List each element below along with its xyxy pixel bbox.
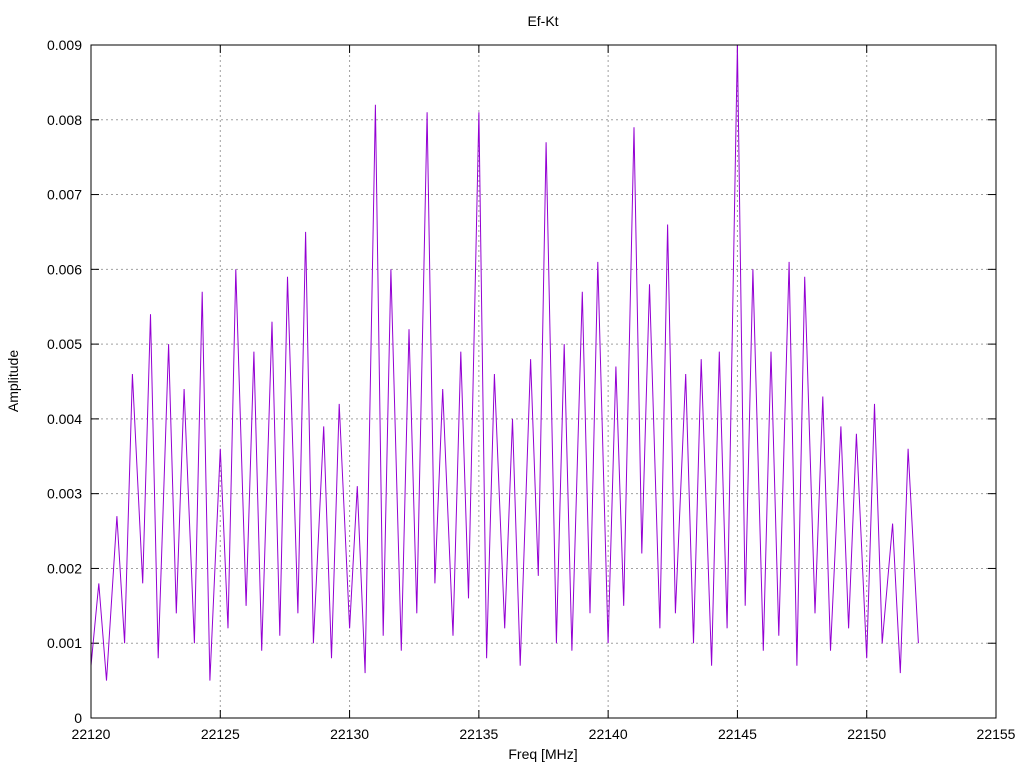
y-tick-label: 0.006 xyxy=(47,261,82,277)
y-tick-labels: 0 0.001 0.002 0.003 0.004 0.005 0.006 0.007 0.00… xyxy=(47,37,82,726)
x-tick-label: 22120 xyxy=(72,726,111,742)
y-tick-label: 0.009 xyxy=(47,37,82,53)
plot-frame xyxy=(90,44,997,719)
x-tick-label: 22155 xyxy=(977,726,1016,742)
x-tick-label: 22140 xyxy=(589,726,628,742)
chart-title: Ef-Kt xyxy=(527,13,558,29)
series-layer xyxy=(90,44,919,681)
y-tick-label: 0.007 xyxy=(47,187,82,203)
y-tick-label: 0.002 xyxy=(47,560,82,576)
x-tick-labels: 22120 22125 22130 22135 22140 22145 22150 22155 xyxy=(72,726,1016,742)
x-tick-label: 22125 xyxy=(201,726,240,742)
x-axis-title: Freq [MHz] xyxy=(508,746,577,762)
y-axis-title: Amplitude xyxy=(5,350,21,412)
y-tick-label: 0.008 xyxy=(47,112,82,128)
x-tick-label: 22145 xyxy=(718,726,757,742)
series-line xyxy=(90,44,919,681)
y-tick-label: 0.001 xyxy=(47,635,82,651)
amplitude-chart: 22120 22125 22130 22135 22140 22145 22150 22155… xyxy=(5,13,1016,762)
y-tick-label: 0.003 xyxy=(47,486,82,502)
x-tick-label: 22135 xyxy=(459,726,498,742)
y-tick-label: 0 xyxy=(74,710,82,726)
y-tick-label: 0.005 xyxy=(47,336,82,352)
x-tick-label: 22150 xyxy=(847,726,886,742)
grid-lines xyxy=(91,45,996,718)
x-tick-label: 22130 xyxy=(330,726,369,742)
y-tick-label: 0.004 xyxy=(47,411,82,427)
axis-ticks xyxy=(90,44,997,719)
